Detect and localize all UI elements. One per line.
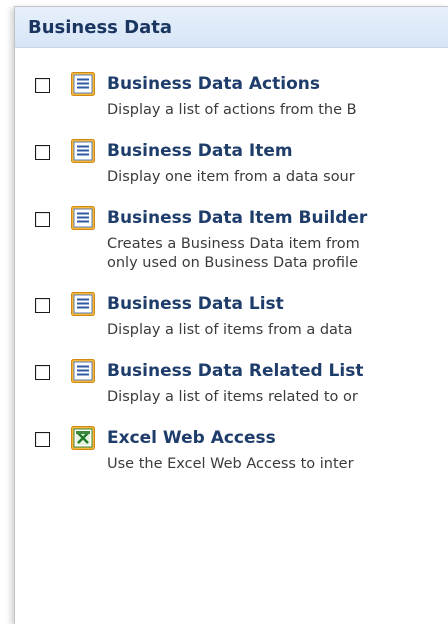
item-description: Display one item from a data sour [107, 169, 355, 185]
list-item-business-data-actions: Business Data Actions Display a list of … [15, 72, 448, 120]
webpart-icon [71, 292, 95, 316]
web-part-gallery-panel: Business Data Business Data Actions Disp… [14, 6, 448, 624]
excel-icon [71, 426, 95, 450]
category-header: Business Data [15, 7, 448, 48]
category-title: Business Data [28, 16, 172, 38]
item-title[interactable]: Business Data Item Builder [107, 208, 367, 228]
item-description: Creates a Business Data item from [107, 236, 360, 252]
list-item-business-data-item: Business Data Item Display one item from… [15, 139, 448, 187]
webpart-icon [71, 206, 95, 230]
item-title[interactable]: Business Data List [107, 294, 352, 314]
list-item-business-data-item-builder: Business Data Item Builder Creates a Bus… [15, 206, 448, 273]
item-description: Display a list of actions from the B [107, 102, 357, 118]
item-description: Display a list of items related to or [107, 389, 358, 405]
webpart-icon [71, 72, 95, 96]
checkbox[interactable] [35, 432, 50, 447]
item-description-line-2: only used on Business Data profile [107, 255, 359, 271]
checkbox[interactable] [35, 78, 50, 93]
item-title[interactable]: Excel Web Access [107, 428, 354, 448]
checkbox[interactable] [35, 365, 50, 380]
item-title[interactable]: Business Data Related List [107, 361, 363, 381]
item-title[interactable]: Business Data Actions [107, 74, 357, 94]
web-part-list: Business Data Actions Display a list of … [15, 72, 448, 474]
checkbox[interactable] [35, 298, 50, 313]
item-description: Display a list of items from a data [107, 322, 353, 338]
checkbox[interactable] [35, 145, 50, 160]
list-item-excel-web-access: Excel Web Access Use the Excel Web Acces… [15, 426, 448, 474]
webpart-icon [71, 359, 95, 383]
list-item-business-data-list: Business Data List Display a list of ite… [15, 292, 448, 340]
item-description: Use the Excel Web Access to inter [107, 456, 354, 472]
list-item-business-data-related-list: Business Data Related List Display a lis… [15, 359, 448, 407]
item-title[interactable]: Business Data Item [107, 141, 355, 161]
checkbox[interactable] [35, 212, 50, 227]
webpart-icon [71, 139, 95, 163]
